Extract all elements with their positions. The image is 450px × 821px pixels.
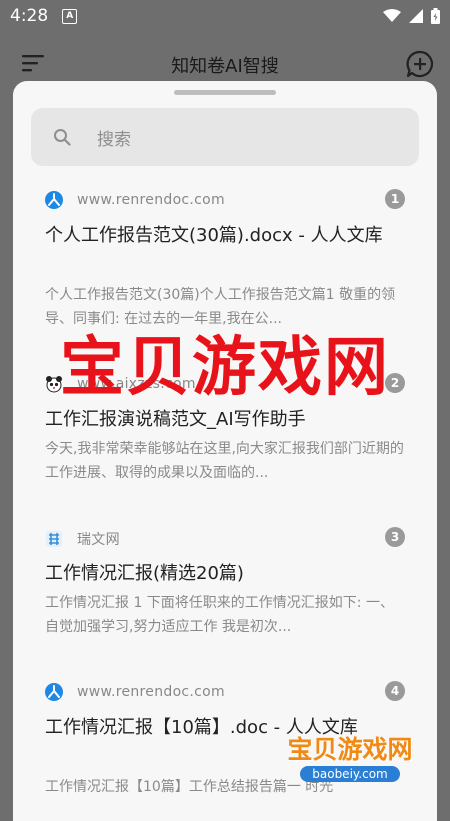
result-item[interactable]: 瑞文网 3 工作情况汇报(精选20篇) 工作情况汇报 1 下面将任职来的工作情况… [13,521,437,673]
notification-icon: A [62,8,78,24]
result-site: www.renrendoc.com [77,684,225,700]
watermark-logo-text: 宝贝游戏网 [287,735,413,764]
result-number-badge: 3 [385,527,405,547]
watermark-logo: 宝贝游戏网 baobeiy.com [276,730,424,786]
new-chat-icon[interactable] [406,50,434,78]
result-site: 瑞文网 [77,532,120,548]
result-source: www.renrendoc.com [45,191,225,209]
ruiwen-icon [45,530,63,548]
result-title[interactable]: 工作汇报演说稿范文_AI写作助手 [45,405,407,435]
search-sheet: 搜索 www.renrendoc.com 1 个人工作报告范文(30篇).doc… [13,81,437,821]
status-time: 4:28 [10,6,49,26]
result-source: www.renrendoc.com [45,683,225,701]
drag-handle[interactable] [174,90,276,95]
renren-icon [45,191,63,209]
result-description: 工作情况汇报 1 下面将任职来的工作情况汇报如下: 一、自觉加强学习,努力适应工… [45,595,394,635]
renren-icon [45,683,63,701]
wifi-icon [383,9,401,22]
result-item[interactable]: www.renrendoc.com 1 个人工作报告范文(30篇).docx -… [13,183,437,335]
result-description: 今天,我非常荣幸能够站在这里,向大家汇报我们部门近期的工作进展、取得的成果以及面… [45,441,404,481]
result-number-badge: 4 [385,681,405,701]
result-title[interactable]: 个人工作报告范文(30篇).docx - 人人文库 [45,221,407,251]
watermark-text: 宝贝游戏网 [60,331,390,405]
result-source: 瑞文网 [45,529,120,549]
result-title[interactable]: 工作情况汇报(精选20篇) [45,559,407,589]
status-bar: 4:28 A [0,0,450,32]
signal-icon [409,9,423,23]
battery-icon [431,8,440,24]
search-box[interactable]: 搜索 [31,108,419,166]
search-icon [54,129,71,146]
result-site: www.renrendoc.com [77,192,225,208]
app-title: 知知卷AI智搜 [171,56,279,77]
result-number-badge: 1 [385,189,405,209]
search-placeholder[interactable]: 搜索 [97,125,131,150]
status-icons [383,8,440,24]
watermark-url: baobeiy.com [300,766,400,782]
